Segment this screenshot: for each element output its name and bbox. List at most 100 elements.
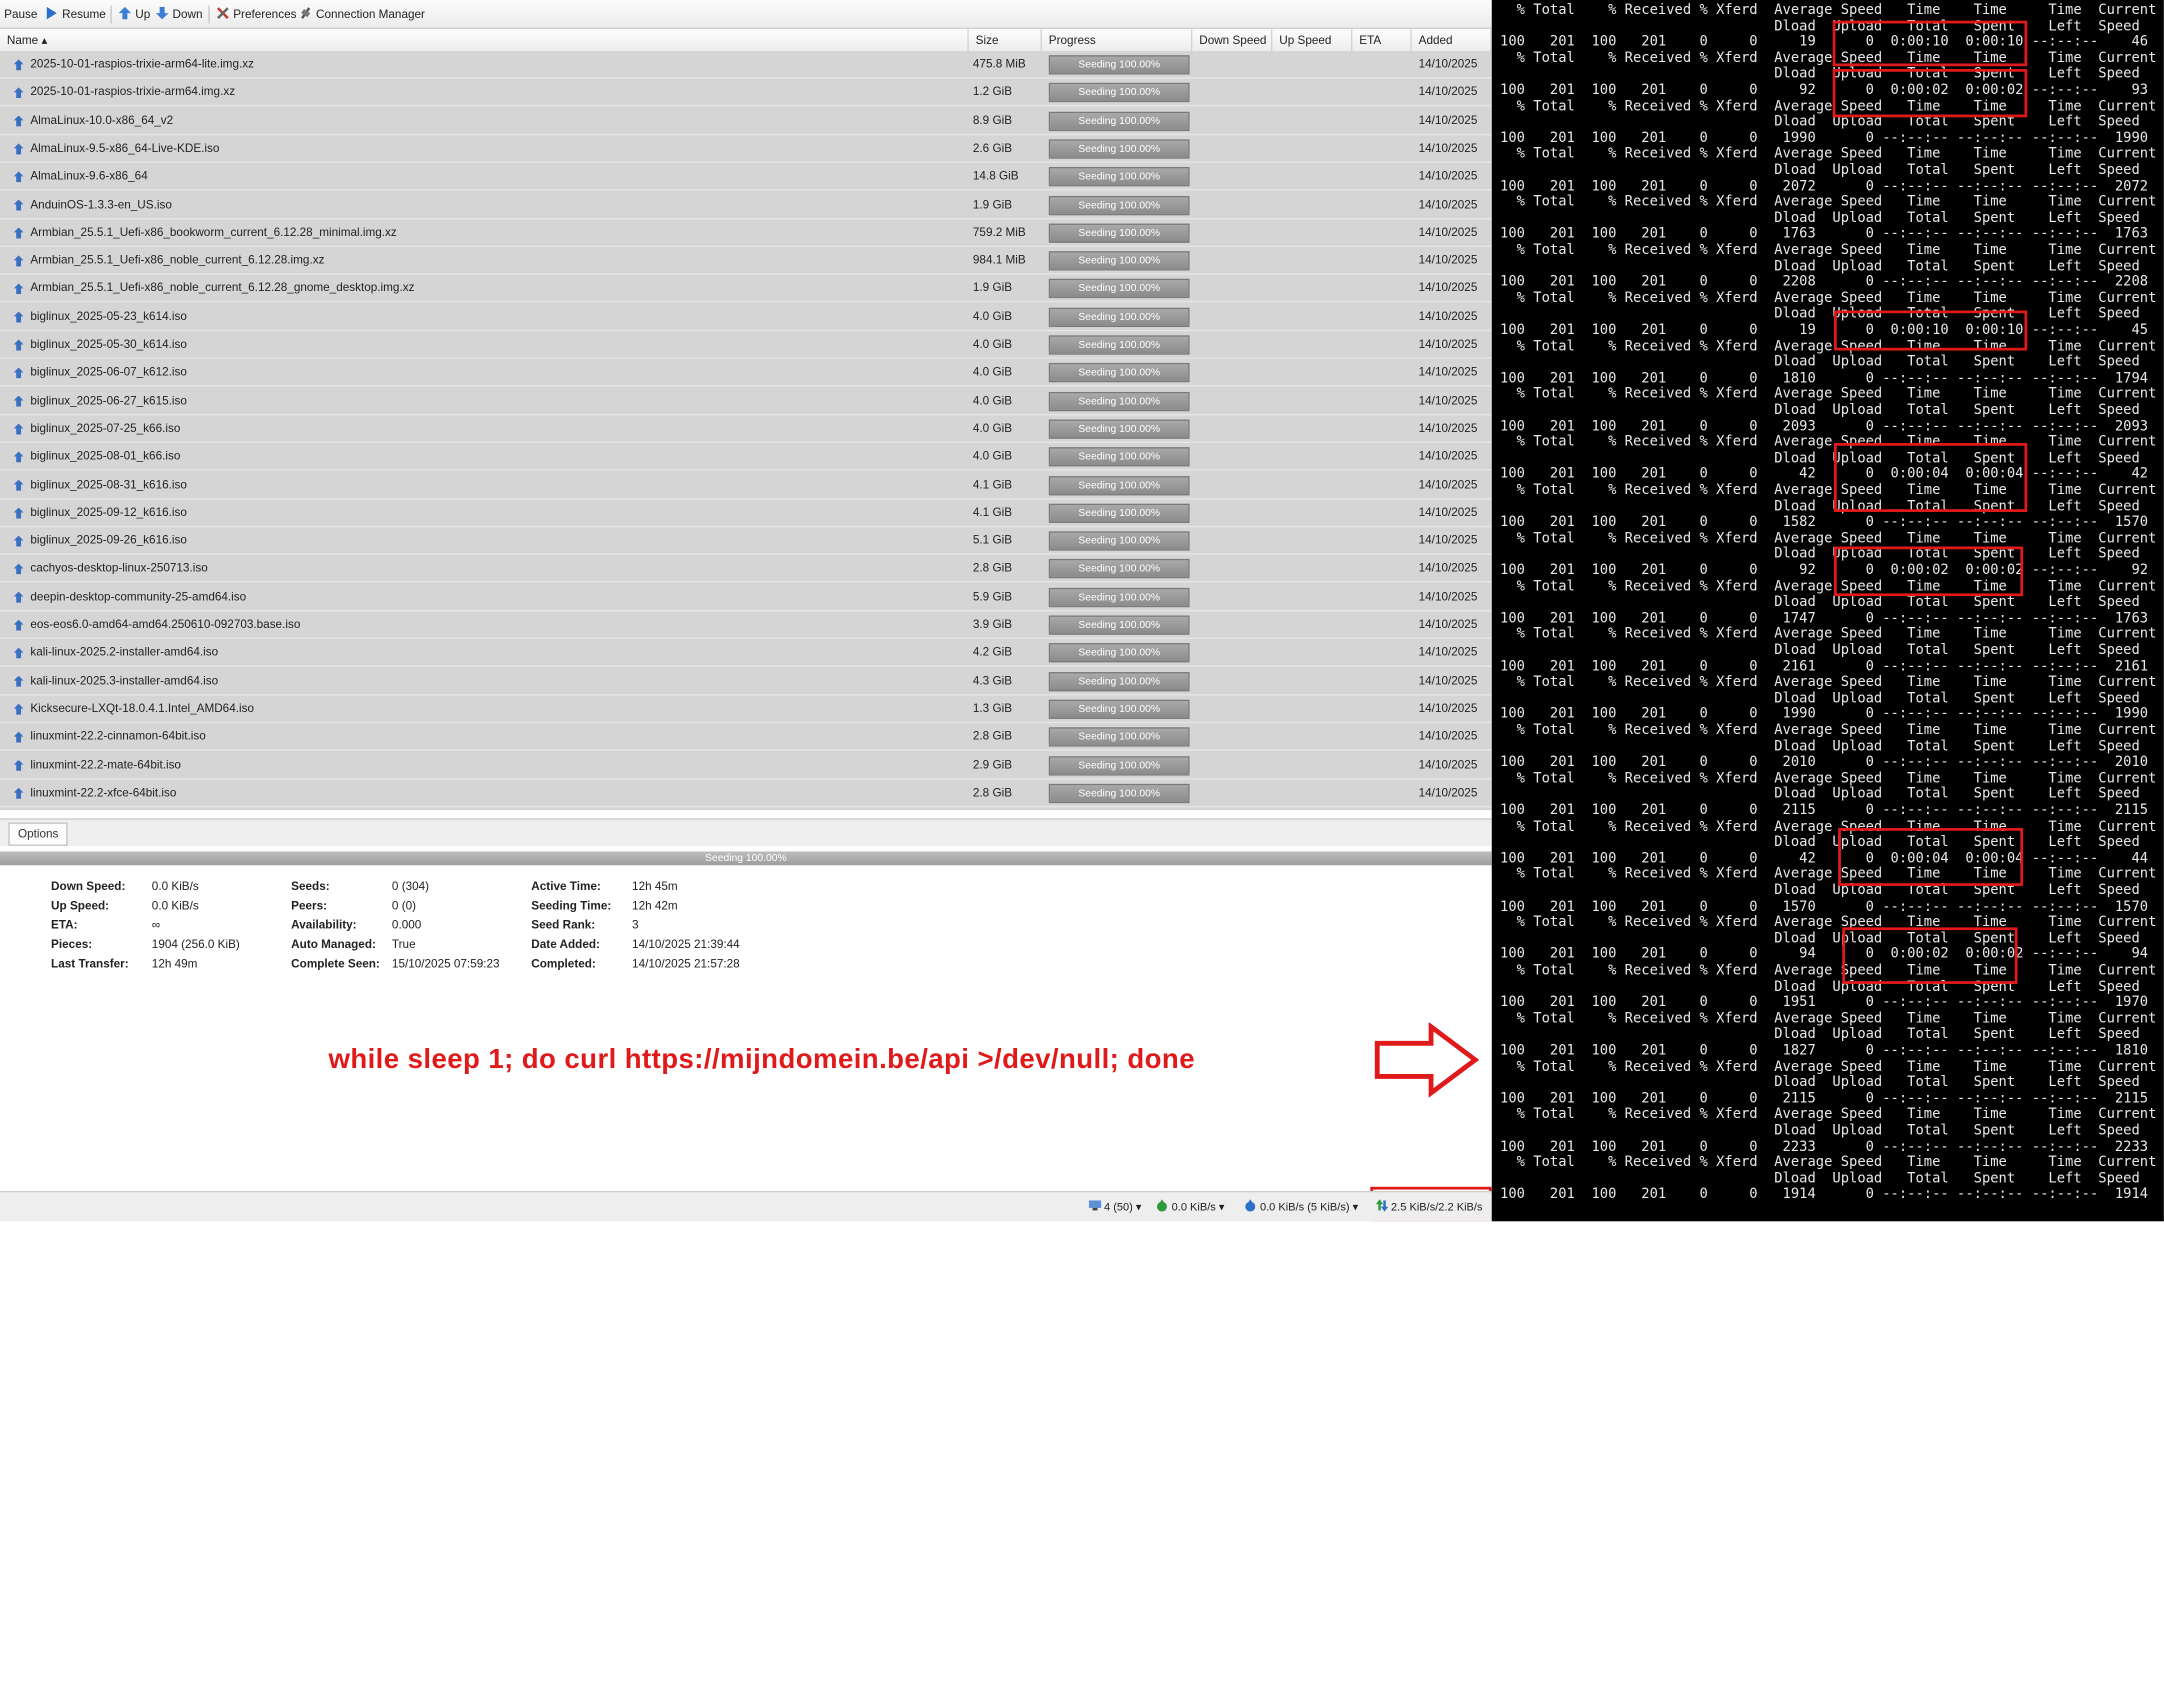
torrent-added: 14/10/2025 [1418,420,1478,435]
torrent-row[interactable]: Armbian_25.5.1_Uefi-x86_noble_current_6.… [0,275,1492,303]
torrent-name: biglinux_2025-05-23_k614.iso [30,308,187,323]
torrent-row[interactable]: linuxmint-22.2-mate-64bit.iso 2.9 GiB Seed… [0,751,1492,780]
details-tabbar: Options [0,818,1492,846]
seeding-arrow-icon [13,591,24,603]
column-up-speed[interactable]: Up Speed [1272,28,1353,52]
seeding-arrow-icon [13,283,24,295]
torrent-row[interactable]: AlmaLinux-9.5-x86_64-Live-KDE.iso 2.6 GiB… [0,135,1492,163]
column-eta[interactable]: ETA [1352,28,1412,52]
torrent-size: 5.1 GiB [972,532,1013,547]
torrent-row[interactable]: deepin-desktop-community-25-amd64.iso 5.9… [0,583,1492,611]
detail-value: True [391,937,416,951]
torrent-row[interactable]: AlmaLinux-10.0-x86_64_v2 8.9 GiB Seeding 1… [0,107,1492,135]
tab-options[interactable]: Options [8,822,69,846]
terminal-line: % Total % Received % Xferd Average Speed… [1500,50,2157,66]
status-download-value: 0.0 KiB/s [1171,1200,1216,1214]
terminal-line: Dload Upload Total Spent Left Speed [1500,931,2140,947]
terminal-line: Dload Upload Total Spent Left Speed [1500,1075,2140,1091]
torrent-added: 14/10/2025 [1418,140,1478,155]
torrent-added: 14/10/2025 [1418,588,1478,603]
arrow-up-icon [118,6,132,20]
terminal[interactable]: % Total % Received % Xferd Average Speed… [1491,0,2164,1222]
column-progress[interactable]: Progress [1042,28,1193,52]
status-download-speed[interactable]: 0.0 KiB/s ▾ [1156,1199,1224,1216]
torrent-progress-bar: Seeding 100.00% [1048,643,1190,663]
red-highlight-box [1842,927,2018,984]
torrent-name: Armbian_25.5.1_Uefi-x86_noble_current_6.… [30,252,325,267]
up-label: Up [135,6,151,21]
torrent-row[interactable]: biglinux_2025-09-12_k616.iso 4.1 GiB Seedi… [0,499,1492,527]
terminal-line: % Total % Received % Xferd Average Speed… [1500,963,2157,979]
torrent-added: 14/10/2025 [1418,168,1478,183]
torrent-row[interactable]: linuxmint-22.2-cinnamon-64bit.iso 2.8 GiB… [0,723,1492,751]
torrent-size: 4.0 GiB [972,308,1013,323]
torrent-progress-bar: Seeding 100.00% [1048,391,1190,411]
torrent-row[interactable]: kali-linux-2025.3-installer-amd64.iso 4.3… [0,667,1492,695]
torrent-row[interactable]: biglinux_2025-08-01_k66.iso 4.0 GiB Seedin… [0,443,1492,471]
torrent-row[interactable]: Kicksecure-LXQt-18.0.4.1.Intel_AMD64.iso… [0,695,1492,723]
torrent-row[interactable]: Armbian_25.5.1_Uefi-x86_bookworm_current… [0,219,1492,247]
torrent-size: 1.9 GiB [972,196,1013,211]
torrent-progress-bar: Seeding 100.00% [1048,755,1190,775]
terminal-line: Dload Upload Total Spent Left Speed [1500,114,2140,130]
torrent-progress-bar: Seeding 100.00% [1048,335,1190,355]
column-down-speed[interactable]: Down Speed [1192,28,1273,52]
torrent-row[interactable]: biglinux_2025-06-07_k612.iso 4.0 GiB Seedi… [0,359,1492,387]
terminal-line: % Total % Received % Xferd Average Speed… [1500,483,2157,499]
torrent-row[interactable]: kali-linux-2025.2-installer-amd64.iso 4.2… [0,639,1492,667]
torrent-size: 3.9 GiB [972,616,1013,631]
column-size[interactable]: Size [969,28,1042,52]
terminal-line: Dload Upload Total Spent Left Speed [1500,306,2140,323]
queue-up-button[interactable]: Up [118,6,151,22]
seeding-arrow-icon [13,675,24,687]
torrent-progress-bar: Seeding 100.00% [1048,83,1190,103]
torrent-name: biglinux_2025-06-07_k612.iso [30,364,187,379]
terminal-line: Dload Upload Total Spent Left Speed [1500,1027,2140,1043]
torrent-row[interactable]: 2025-10-01-raspios-trixie-arm64.img.xz 1.… [0,79,1492,107]
torrent-row[interactable]: linuxmint-22.2-xfce-64bit.iso 2.8 GiB Seed… [0,779,1492,808]
torrent-row[interactable]: 2025-10-01-raspios-trixie-arm64-lite.img… [0,51,1492,79]
queue-down-button[interactable]: Down [155,6,202,22]
torrent-row[interactable]: cachyos-desktop-linux-250713.iso 2.8 GiB S… [0,555,1492,583]
torrent-size: 2.9 GiB [972,756,1013,771]
torrent-added: 14/10/2025 [1418,700,1478,715]
torrent-row[interactable]: biglinux_2025-06-27_k615.iso 4.0 GiB Seedi… [0,387,1492,415]
torrent-size: 475.8 MiB [972,56,1026,71]
column-name[interactable]: Name ▴ [0,28,969,52]
column-added[interactable]: Added [1412,28,1492,52]
preferences-button[interactable]: Preferences [217,7,296,22]
connection-manager-button[interactable]: Connection Manager [299,7,425,22]
terminal-line: Dload Upload Total Spent Left Speed [1500,258,2140,275]
torrent-row[interactable]: AlmaLinux-9.6-x86_64 14.8 GiB Seeding 100.… [0,163,1492,191]
status-traffic[interactable]: 2.5 KiB/s/2.2 KiB/s [1375,1199,1482,1216]
seeding-arrow-icon [13,647,24,659]
seeding-arrow-icon [13,255,24,267]
torrent-progress-bar: Seeding 100.00% [1048,587,1190,607]
torrent-row[interactable]: eos-eos6.0-amd64-amd64.250610-092703.bas… [0,611,1492,639]
resume-button[interactable]: Resume [46,6,106,22]
status-connections[interactable]: 4 (50) ▾ [1088,1199,1141,1216]
pause-button[interactable]: Pause [4,7,37,22]
pause-label: Pause [4,6,38,21]
torrent-row[interactable]: biglinux_2025-09-26_k616.iso 5.1 GiB Seedi… [0,527,1492,555]
torrent-progress-bar: Seeding 100.00% [1048,671,1190,691]
torrent-added: 14/10/2025 [1418,560,1478,575]
terminal-line: Dload Upload Total Spent Left Speed [1500,595,2140,611]
torrent-size: 2.8 GiB [972,728,1013,743]
torrent-name: AlmaLinux-9.6-x86_64 [30,168,148,183]
torrent-progress-bar: Seeding 100.00% [1048,615,1190,635]
torrent-row[interactable]: AnduinOS-1.3.3-en_US.iso 1.9 GiB Seeding 1… [0,191,1492,219]
terminal-line: 100 201 100 201 0 0 1582 0 --:--:-- --:-… [1500,514,2149,531]
torrent-row[interactable]: Armbian_25.5.1_Uefi-x86_noble_current_6.… [0,247,1492,275]
torrent-size: 1.3 GiB [972,700,1013,715]
seeding-arrow-icon [13,59,24,71]
torrent-added: 14/10/2025 [1418,224,1478,239]
terminal-line: 100 201 100 201 0 0 1810 0 --:--:-- --:-… [1500,370,2149,387]
torrent-row[interactable]: biglinux_2025-07-25_k66.iso 4.0 GiB Seedin… [0,415,1492,443]
terminal-line: Dload Upload Total Spent Left Speed [1500,354,2140,371]
torrent-row[interactable]: biglinux_2025-05-23_k614.iso 4.0 GiB Seedi… [0,303,1492,331]
status-upload-speed[interactable]: 0.0 KiB/s (5 KiB/s) ▾ [1245,1199,1358,1216]
torrent-row[interactable]: biglinux_2025-05-30_k614.iso 4.0 GiB Seedi… [0,331,1492,359]
torrent-added: 14/10/2025 [1418,364,1478,379]
torrent-row[interactable]: biglinux_2025-08-31_k616.iso 4.1 GiB Seedi… [0,471,1492,499]
